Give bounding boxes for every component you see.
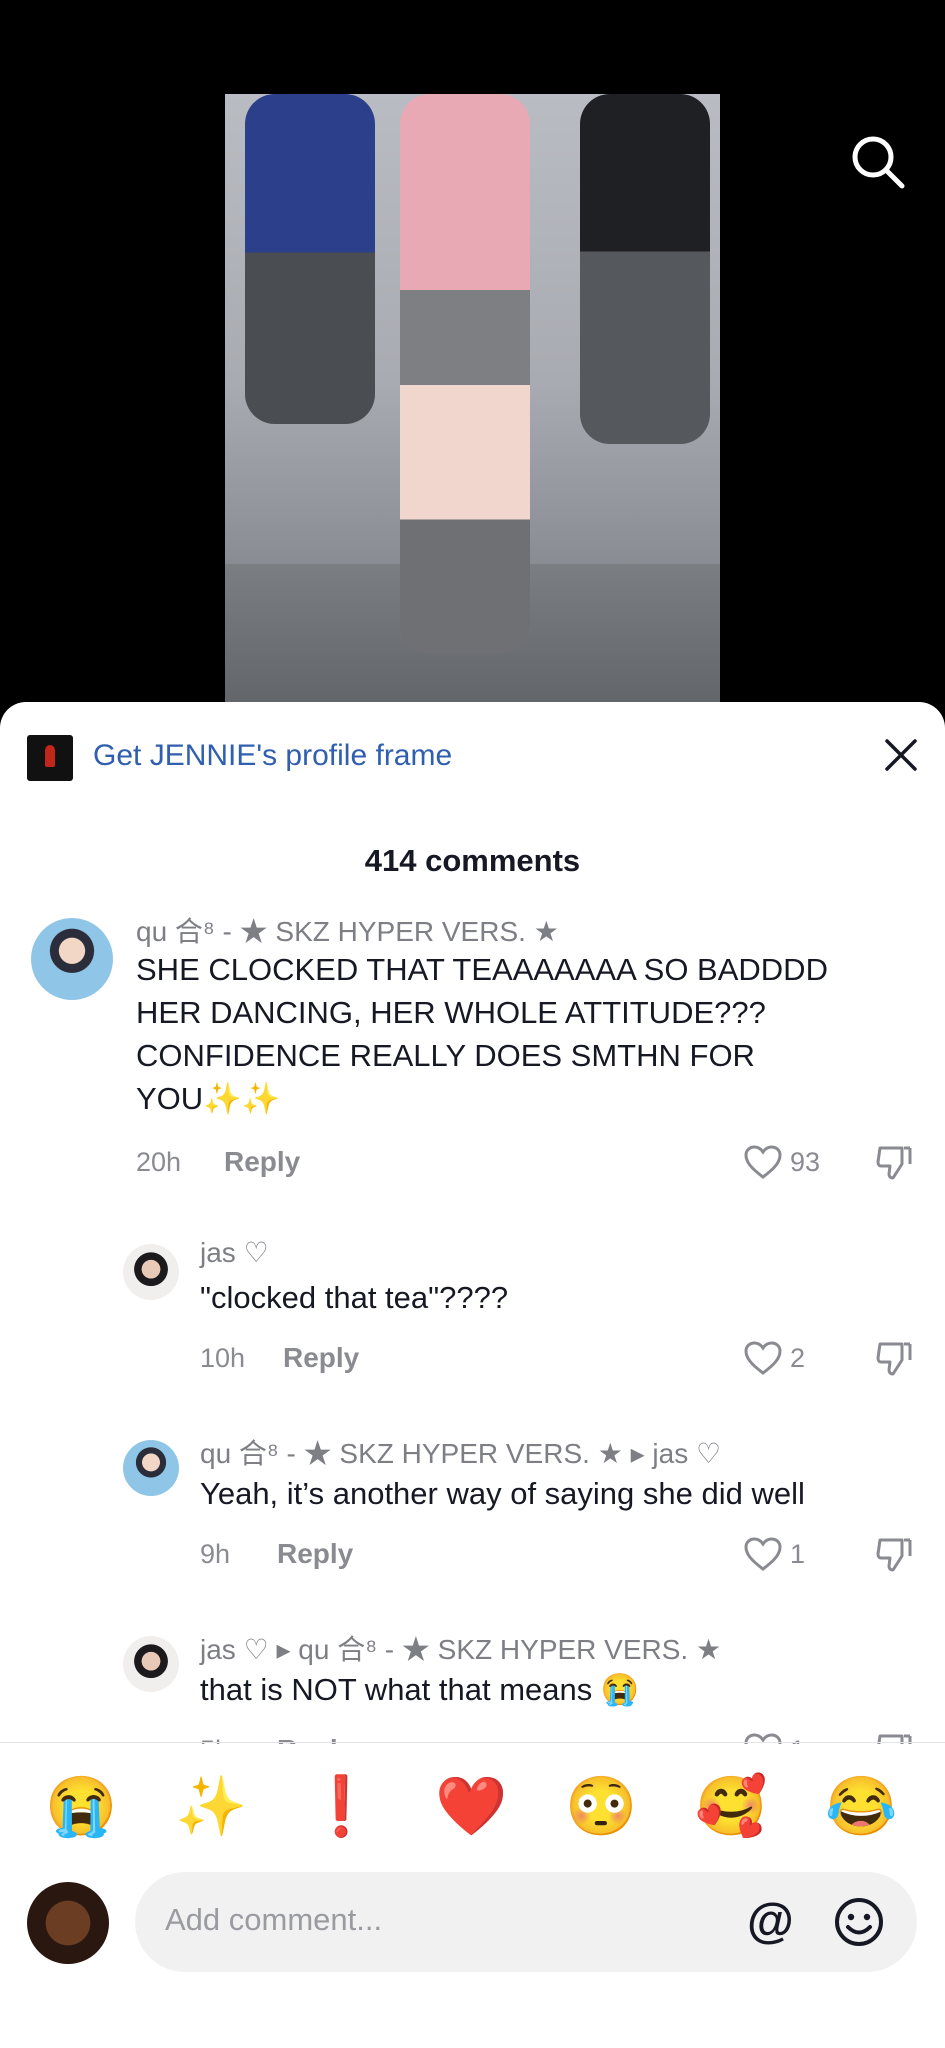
reply-button[interactable]: Reply bbox=[283, 1342, 359, 1374]
comment-time: 10h bbox=[200, 1343, 246, 1373]
comments-count: 414 comments bbox=[364, 843, 581, 878]
avatar[interactable] bbox=[123, 1440, 179, 1496]
avatar[interactable] bbox=[123, 1636, 179, 1692]
comment-text-line: YOU✨✨ bbox=[136, 1081, 281, 1116]
profile-frame-link[interactable]: Get JENNIE's profile frame bbox=[93, 739, 452, 773]
avatar[interactable] bbox=[123, 1244, 179, 1300]
like-count: 93 bbox=[790, 1147, 821, 1177]
comment-item: qu 合⁸ - ★ SKZ HYPER VERS. ★ ▸ jas ♡ Yeah… bbox=[0, 1426, 945, 1606]
my-avatar[interactable] bbox=[27, 1882, 109, 1964]
emoji-red-heart-button[interactable]: ❤️ bbox=[435, 1772, 507, 1842]
quick-emoji-bar: 😭 ✨ ❗ ❤️ 😳 🥰 😂 bbox=[0, 1772, 945, 1842]
video-person-left bbox=[245, 94, 375, 424]
comment-text-line: HER DANCING, HER WHOLE ATTITUDE??? bbox=[136, 995, 766, 1030]
comment-text: "clocked that tea"???? bbox=[200, 1280, 509, 1315]
profile-frame-thumbnail bbox=[27, 735, 73, 781]
comment-input-placeholder: Add comment... bbox=[165, 1902, 383, 1937]
divider bbox=[0, 1742, 945, 1743]
comment-text: SHE CLOCKED THAT TEAAAAAAA SO BADDDD HER… bbox=[136, 948, 916, 1120]
comment-item: qu 合⁸ - ★ SKZ HYPER VERS. ★ SHE CLOCKED … bbox=[0, 900, 945, 1200]
comment-item: jas ♡ ▸ qu 合⁸ - ★ SKZ HYPER VERS. ★ that… bbox=[0, 1622, 945, 1752]
emoji-crying-button[interactable]: 😭 bbox=[45, 1772, 117, 1842]
comment-author[interactable]: jas ♡ ▸ qu 合⁸ - ★ SKZ HYPER VERS. ★ bbox=[200, 1628, 721, 1668]
comment-text: that is NOT what that means 😭 bbox=[200, 1672, 640, 1707]
dislike-icon[interactable] bbox=[874, 1534, 914, 1574]
profile-frame-promo[interactable]: Get JENNIE's profile frame bbox=[27, 733, 917, 781]
comment-text-line: CONFIDENCE REALLY DOES SMTHN FOR bbox=[136, 1038, 755, 1073]
heart-icon[interactable] bbox=[743, 1340, 783, 1376]
comment-author[interactable]: qu 合⁸ - ★ SKZ HYPER VERS. ★ bbox=[136, 910, 559, 950]
comment-time: 20h bbox=[136, 1147, 182, 1177]
dislike-icon[interactable] bbox=[874, 1142, 914, 1182]
reply-button[interactable]: Reply bbox=[224, 1146, 300, 1178]
comment-author[interactable]: qu 合⁸ - ★ SKZ HYPER VERS. ★ ▸ jas ♡ bbox=[200, 1432, 721, 1472]
mention-button[interactable]: @ bbox=[747, 1896, 794, 1948]
emoji-exclamation-heart-button[interactable]: ❗ bbox=[305, 1772, 377, 1842]
search-icon[interactable] bbox=[848, 132, 908, 192]
heart-icon[interactable] bbox=[743, 1536, 783, 1572]
emoji-joy-button[interactable]: 😂 bbox=[825, 1772, 897, 1842]
emoji-hearts-face-button[interactable]: 🥰 bbox=[695, 1772, 767, 1842]
comment-text-line: SHE CLOCKED THAT TEAAAAAAA SO BADDDD bbox=[136, 952, 828, 987]
heart-icon[interactable] bbox=[743, 1144, 783, 1180]
comment-time: 9h bbox=[200, 1539, 231, 1569]
emoji-flushed-button[interactable]: 😳 bbox=[565, 1772, 637, 1842]
comment-text: Yeah, it’s another way of saying she did… bbox=[200, 1476, 805, 1511]
close-icon[interactable] bbox=[879, 733, 923, 777]
reply-button[interactable]: Reply bbox=[277, 1538, 353, 1570]
emoji-sparkles-button[interactable]: ✨ bbox=[175, 1772, 247, 1842]
comment-item: jas ♡ "clocked that tea"???? 10h Reply 2 bbox=[0, 1230, 945, 1410]
emoji-picker-icon[interactable] bbox=[833, 1896, 885, 1948]
like-count: 2 bbox=[790, 1343, 806, 1373]
comment-author[interactable]: jas ♡ bbox=[200, 1236, 269, 1269]
video-area[interactable] bbox=[0, 0, 945, 734]
like-count: 1 bbox=[790, 1539, 806, 1569]
video-frame[interactable] bbox=[225, 94, 720, 734]
dislike-icon[interactable] bbox=[874, 1338, 914, 1378]
video-person-center bbox=[400, 94, 530, 654]
avatar[interactable] bbox=[31, 918, 113, 1000]
video-person-right bbox=[580, 94, 710, 444]
comment-input[interactable]: Add comment... @ bbox=[135, 1872, 917, 1972]
